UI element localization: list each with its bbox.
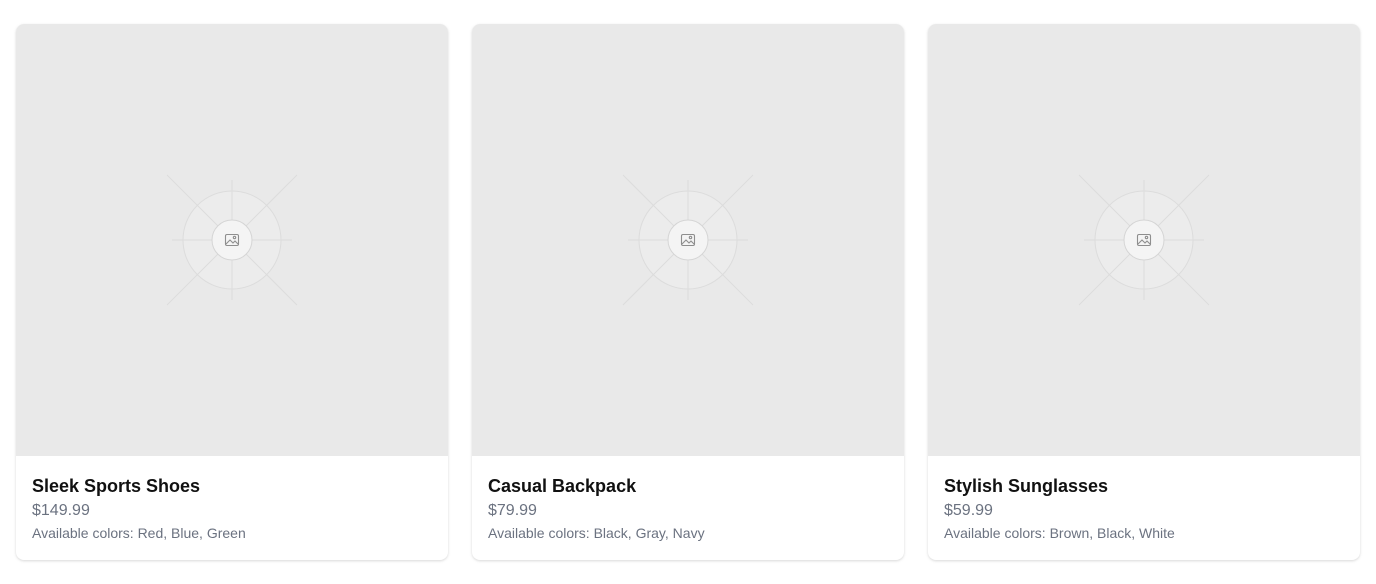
product-grid: Sleek Sports Shoes $149.99 Available col… xyxy=(16,24,1360,560)
image-placeholder-icon xyxy=(1078,174,1210,306)
product-card[interactable]: Casual Backpack $79.99 Available colors:… xyxy=(472,24,904,560)
product-colors: Available colors: Brown, Black, White xyxy=(944,525,1175,541)
image-placeholder-icon xyxy=(622,174,754,306)
product-price: $149.99 xyxy=(32,502,90,519)
image-placeholder-icon xyxy=(166,174,298,306)
product-info: Stylish Sunglasses $59.99 Available colo… xyxy=(928,456,1360,542)
product-info: Sleek Sports Shoes $149.99 Available col… xyxy=(16,456,448,542)
product-colors: Available colors: Black, Gray, Navy xyxy=(488,525,705,541)
product-card[interactable]: Sleek Sports Shoes $149.99 Available col… xyxy=(16,24,448,560)
product-title[interactable]: Sleek Sports Shoes xyxy=(32,456,432,497)
product-price: $59.99 xyxy=(944,502,993,519)
product-colors: Available colors: Red, Blue, Green xyxy=(32,525,246,541)
product-image[interactable] xyxy=(16,24,448,456)
product-title[interactable]: Stylish Sunglasses xyxy=(944,456,1344,497)
product-price: $79.99 xyxy=(488,502,537,519)
product-image[interactable] xyxy=(928,24,1360,456)
product-image[interactable] xyxy=(472,24,904,456)
product-info: Casual Backpack $79.99 Available colors:… xyxy=(472,456,904,542)
product-card[interactable]: Stylish Sunglasses $59.99 Available colo… xyxy=(928,24,1360,560)
product-title[interactable]: Casual Backpack xyxy=(488,456,888,497)
